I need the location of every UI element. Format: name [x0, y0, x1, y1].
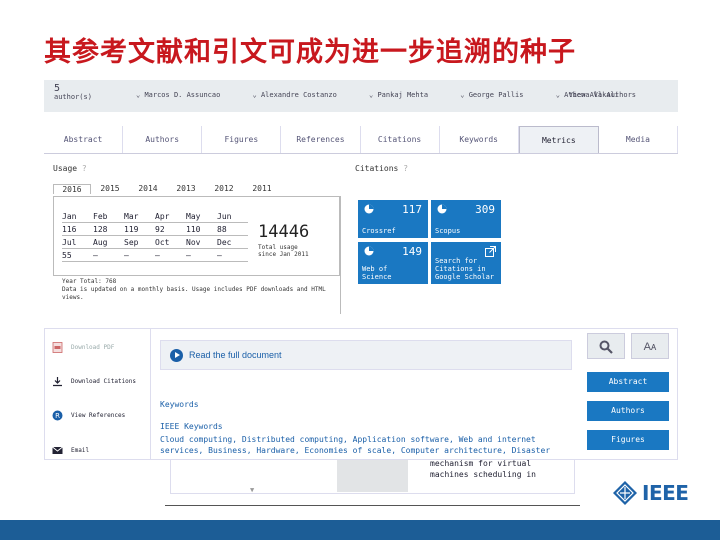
- pie-icon: [364, 204, 374, 214]
- ieee-logo-text: IEEE: [642, 481, 689, 505]
- crossref-tile[interactable]: 117 Crossref: [358, 200, 428, 238]
- scopus-label: Scopus: [435, 227, 461, 235]
- pie-icon: [437, 204, 447, 214]
- google-scholar-tile[interactable]: Search for Citations in Google Scholar: [431, 242, 501, 284]
- year-tab[interactable]: 2015: [91, 184, 129, 194]
- read-full-document-bar[interactable]: Read the full document: [160, 340, 572, 370]
- download-icon: [53, 377, 62, 387]
- read-full-document-link[interactable]: Read the full document: [189, 350, 282, 360]
- search-button[interactable]: [587, 333, 625, 359]
- crossref-label: Crossref: [362, 227, 396, 235]
- author-name[interactable]: ⌄ Alexandre Costanzo: [253, 91, 351, 99]
- usage-values-row: 55– – – – –: [62, 249, 248, 262]
- ieee-logo: IEEE: [612, 480, 689, 506]
- usage-months-row: Jan Feb Mar Apr May Jun: [62, 210, 248, 223]
- preview-placeholder: [337, 460, 408, 492]
- references-icon: R: [52, 410, 63, 421]
- author-count-number: 5: [54, 83, 61, 94]
- author-name[interactable]: ⌄ Marcos D. Assuncao: [136, 91, 234, 99]
- author-name[interactable]: ⌄ George Pallis: [460, 91, 537, 99]
- abstract-preview-text: mechanism for virtual machines schedulin…: [430, 459, 536, 479]
- usage-note: Data is updated on a monthly basis. Usag…: [62, 286, 326, 301]
- email-button[interactable]: Email: [52, 445, 89, 456]
- google-scholar-label: Search for Citations in Google Scholar: [435, 257, 495, 281]
- author-count: 5 author(s): [54, 84, 92, 102]
- usage-footer: Year Total: 768: [62, 278, 192, 285]
- svg-text:R: R: [55, 412, 60, 420]
- pie-icon: [364, 246, 374, 256]
- tab-figures[interactable]: Figures: [202, 126, 282, 153]
- divider: [340, 196, 341, 314]
- usage-title: Usage ?: [53, 164, 87, 173]
- text-size-button[interactable]: Aᴀ: [631, 333, 669, 359]
- divider: [150, 329, 151, 460]
- download-citations-button[interactable]: Download Citations: [52, 376, 136, 387]
- wos-label: Web of Science: [362, 265, 392, 281]
- usage-table: Jan Feb Mar Apr May Jun 116 128 119 92 110 88 Jul A…: [62, 210, 248, 262]
- year-tab[interactable]: 2012: [205, 184, 243, 194]
- wos-tile[interactable]: 149 Web of Science: [358, 242, 428, 284]
- usage-values-row: 116 128 119 92 110 88: [62, 223, 248, 236]
- pdf-icon: [52, 342, 63, 353]
- year-total-label: Year Total: 768: [62, 278, 117, 285]
- usage-year-tabs: 2016 2015 2014 2013 2012 2011: [53, 184, 281, 194]
- divider: [165, 505, 580, 506]
- view-all-authors-link[interactable]: View All Authors: [569, 91, 636, 99]
- view-references-button[interactable]: R View References: [52, 410, 125, 421]
- tab-media[interactable]: Media: [599, 126, 678, 153]
- download-pdf-button[interactable]: Download PDF: [52, 342, 114, 353]
- author-name[interactable]: ⌄ Pankaj Mehta: [369, 91, 442, 99]
- scopus-tile[interactable]: 309 Scopus: [431, 200, 501, 238]
- keywords-heading: Keywords: [160, 400, 199, 409]
- tab-abstract[interactable]: Abstract: [44, 126, 124, 153]
- help-icon[interactable]: ?: [82, 164, 87, 173]
- slide-title: 其参考文献和引文可成为进一步追溯的种子: [44, 37, 576, 68]
- tab-citations[interactable]: Citations: [361, 126, 440, 153]
- nav-figures-button[interactable]: Figures: [587, 430, 669, 450]
- search-icon: [599, 340, 613, 354]
- crossref-count: 117: [402, 203, 422, 216]
- nav-authors-button[interactable]: Authors: [587, 401, 669, 421]
- year-tab[interactable]: 2011: [243, 184, 281, 194]
- external-link-icon: [485, 246, 496, 257]
- tab-keywords[interactable]: Keywords: [440, 126, 519, 153]
- ieee-keywords-label: IEEE Keywords: [160, 422, 223, 431]
- nav-abstract-button[interactable]: Abstract: [587, 372, 669, 392]
- author-count-label: author(s): [54, 93, 92, 101]
- footer-band: [0, 520, 720, 540]
- year-tab[interactable]: 2016: [53, 184, 91, 194]
- play-icon: [170, 349, 183, 362]
- tab-references[interactable]: References: [281, 126, 361, 153]
- help-icon[interactable]: ?: [403, 164, 408, 173]
- citations-title: Citations ?: [355, 164, 409, 173]
- usage-months-row: Jul Aug Sep Oct Nov Dec: [62, 236, 248, 249]
- ieee-diamond-icon: [613, 481, 637, 505]
- chevron-down-icon[interactable]: ▼: [250, 486, 254, 494]
- total-usage-number: 14446: [258, 222, 310, 242]
- scopus-count: 309: [475, 203, 495, 216]
- email-icon: [52, 446, 63, 454]
- tab-metrics[interactable]: Metrics: [518, 126, 599, 153]
- tab-authors[interactable]: Authors: [123, 126, 203, 153]
- total-usage-label: Total usage since Jan 2011: [258, 244, 309, 258]
- wos-count: 149: [402, 245, 422, 258]
- article-tabs: Abstract Authors Figures References Cita…: [44, 126, 678, 154]
- keywords-list: Cloud computing, Distributed computing, …: [160, 435, 551, 455]
- year-tab[interactable]: 2014: [129, 184, 167, 194]
- authors-bar: 5 author(s) ⌄ Marcos D. Assuncao ⌄ Alexa…: [44, 80, 678, 112]
- year-tab[interactable]: 2013: [167, 184, 205, 194]
